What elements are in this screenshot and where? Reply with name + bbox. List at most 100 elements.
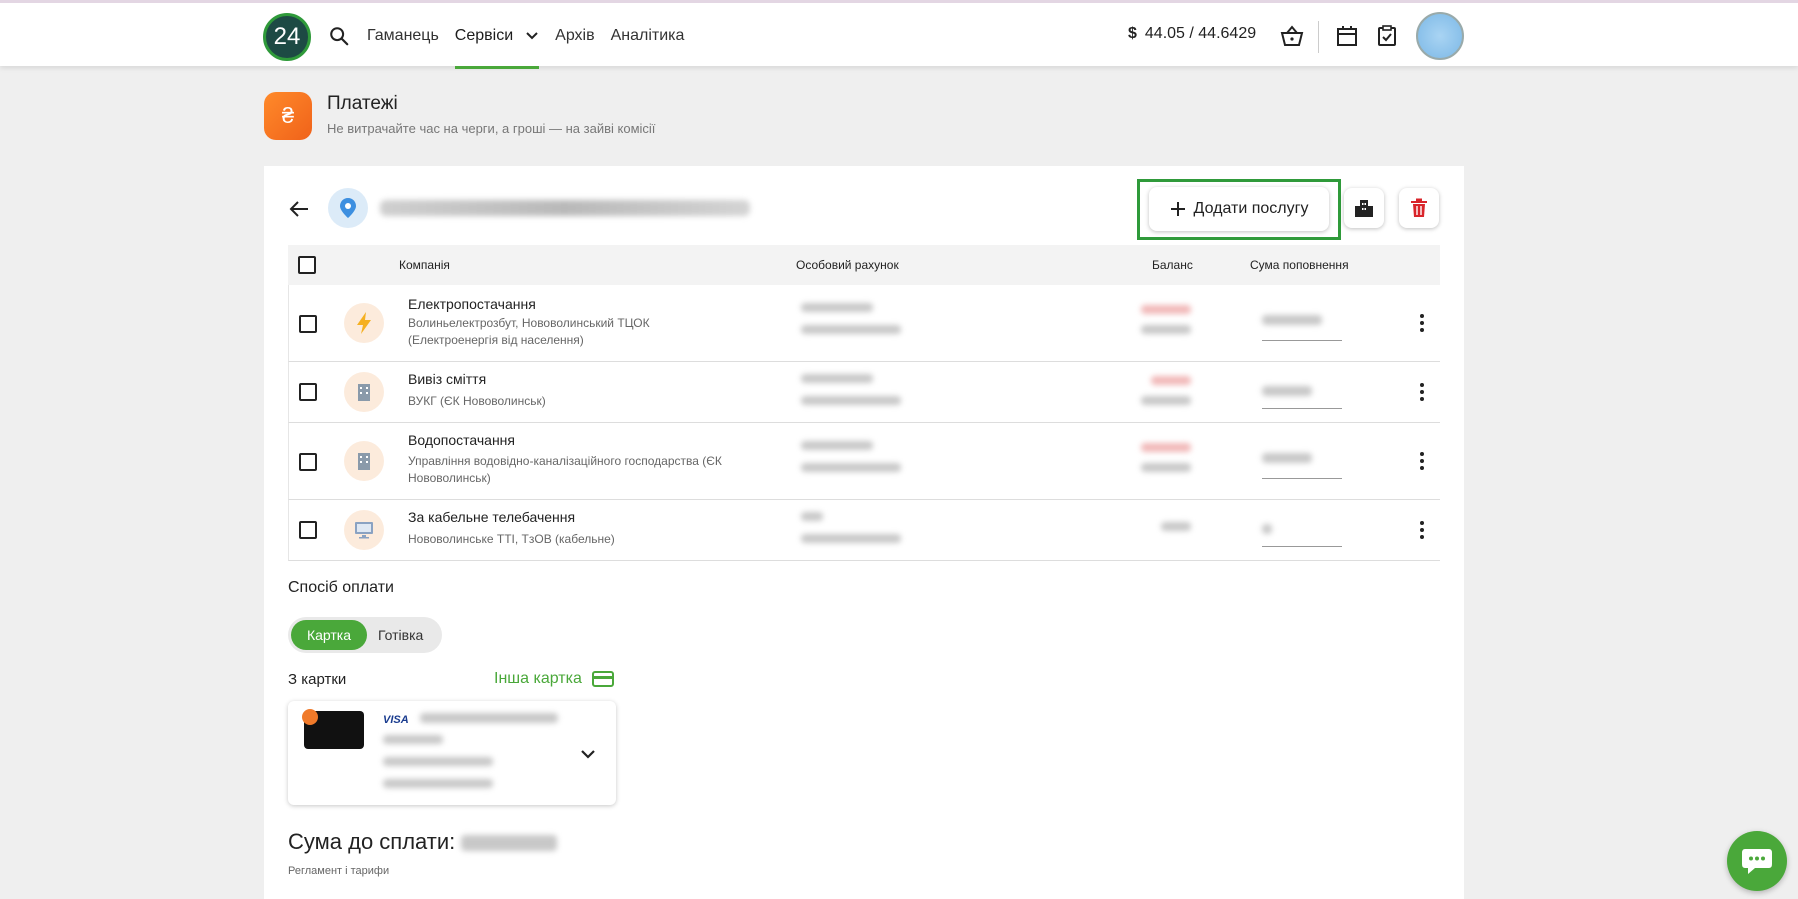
table-row[interactable]: Електропостачання Волиньелектрозбут, Нов… xyxy=(288,285,1440,362)
nav-archive[interactable]: Архів xyxy=(555,3,594,69)
credit-card-icon xyxy=(591,671,614,687)
header-company: Компанія xyxy=(399,258,450,272)
more-icon[interactable] xyxy=(1419,313,1425,333)
company-desc: Нововолинське ТТІ, ТзОВ (кабельне) xyxy=(408,532,615,546)
payment-method-toggle: Картка Готівка xyxy=(288,617,442,653)
building-icon xyxy=(1355,200,1373,217)
account-blurred xyxy=(801,374,873,383)
balance-blurred xyxy=(1141,443,1191,452)
rate-value: 44.05 / 44.6429 xyxy=(1144,25,1257,42)
company-name: За кабельне телебачення xyxy=(408,509,576,525)
chat-button[interactable] xyxy=(1727,831,1787,891)
amount-field-line xyxy=(1262,408,1342,409)
option-cash[interactable]: Готівка xyxy=(378,620,423,650)
header-amount: Сума поповнення xyxy=(1250,258,1349,272)
more-icon[interactable] xyxy=(1419,382,1425,402)
row-checkbox[interactable] xyxy=(299,453,317,471)
basket-icon[interactable] xyxy=(1280,25,1304,47)
chevron-down-icon xyxy=(526,32,538,40)
building-icon xyxy=(344,441,384,481)
more-icon[interactable] xyxy=(1419,451,1425,471)
account-sub-blurred xyxy=(801,534,901,543)
card-selector[interactable]: VISA xyxy=(288,701,616,805)
divider xyxy=(1318,21,1319,53)
balance-blurred xyxy=(1141,305,1191,314)
select-all-checkbox[interactable] xyxy=(298,256,316,274)
nav-analytics[interactable]: Аналітика xyxy=(611,3,685,69)
amount-blurred[interactable] xyxy=(1262,453,1312,463)
table-row[interactable]: Водопостачання Управління водовідно-кана… xyxy=(288,423,1440,500)
company-desc: ВУКГ (ЄК Нововолинськ) xyxy=(408,394,546,408)
account-blurred xyxy=(801,441,873,450)
card-balance-blurred xyxy=(383,779,493,788)
dollar-icon: $ xyxy=(1128,25,1137,42)
table-header: Компанія Особовий рахунок Баланс Сума по… xyxy=(288,245,1440,285)
organization-button[interactable] xyxy=(1344,188,1384,228)
lightning-icon xyxy=(344,303,384,343)
nav-wallet[interactable]: Гаманець xyxy=(367,3,439,69)
calendar-icon[interactable] xyxy=(1336,25,1358,47)
balance-sub-blurred xyxy=(1141,325,1191,334)
top-bar: 24 Гаманець Сервіси Архів Аналітика $ 44… xyxy=(0,0,1798,69)
plus-icon xyxy=(1170,202,1185,216)
location-pin-icon xyxy=(328,188,368,228)
option-card[interactable]: Картка xyxy=(291,620,367,650)
chat-icon xyxy=(1742,849,1772,874)
amount-blurred[interactable] xyxy=(1262,315,1322,325)
account-sub-blurred xyxy=(801,463,901,472)
amount-blurred[interactable] xyxy=(1262,524,1272,534)
balance-blurred xyxy=(1161,522,1191,531)
balance-sub-blurred xyxy=(1141,396,1191,405)
amount-field-line xyxy=(1262,546,1342,547)
payment-method-label: Спосіб оплати xyxy=(288,579,394,596)
table-row[interactable]: Вивіз сміття ВУКГ (ЄК Нововолинськ) xyxy=(288,362,1440,423)
company-name: Електропостачання xyxy=(408,296,536,312)
company-name: Вивіз сміття xyxy=(408,371,487,387)
trash-icon xyxy=(1411,198,1427,217)
chevron-down-icon[interactable] xyxy=(580,746,596,762)
address-blurred xyxy=(380,200,750,216)
card-detail-blurred xyxy=(383,757,493,766)
company-desc: Волиньелектрозбут, Нововолинський ТЦОК (… xyxy=(408,316,650,347)
total-amount: Сума до сплати: xyxy=(288,829,558,855)
total-value-blurred xyxy=(461,835,558,852)
page-subtitle: Не витрачайте час на черги, а гроші — на… xyxy=(327,121,656,136)
header-account: Особовий рахунок xyxy=(796,258,899,272)
payments-icon: ₴ xyxy=(264,92,312,140)
balance-sub-blurred xyxy=(1141,463,1191,472)
account-blurred xyxy=(801,303,873,312)
other-card-link[interactable]: Інша картка xyxy=(494,670,614,688)
visa-logo: VISA xyxy=(383,714,409,726)
more-icon[interactable] xyxy=(1419,520,1425,540)
card-name-blurred xyxy=(420,713,558,723)
account-sub-blurred xyxy=(801,396,901,405)
row-checkbox[interactable] xyxy=(299,315,317,333)
main-nav: Гаманець Сервіси Архів Аналітика xyxy=(367,3,684,69)
amount-field-line xyxy=(1262,478,1342,479)
row-checkbox[interactable] xyxy=(299,383,317,401)
page-title: Платежі xyxy=(327,93,398,114)
row-checkbox[interactable] xyxy=(299,521,317,539)
header-balance: Баланс xyxy=(1152,258,1193,272)
search-icon[interactable] xyxy=(328,25,350,47)
company-name: Водопостачання xyxy=(408,432,515,448)
delete-button[interactable] xyxy=(1399,188,1439,228)
table-row[interactable]: За кабельне телебачення Нововолинське ТТ… xyxy=(288,500,1440,561)
star-badge-icon xyxy=(302,709,318,725)
monitor-icon xyxy=(344,510,384,550)
card-number-blurred xyxy=(383,735,443,744)
nav-services[interactable]: Сервіси xyxy=(454,3,540,69)
arrow-back-icon[interactable] xyxy=(288,198,310,220)
amount-blurred[interactable] xyxy=(1262,386,1312,396)
from-card-label: З картки xyxy=(288,671,347,688)
building-icon xyxy=(344,372,384,412)
task-check-icon[interactable] xyxy=(1376,25,1398,47)
account-sub-blurred xyxy=(801,325,901,334)
exchange-rate[interactable]: $ 44.05 / 44.6429 xyxy=(1128,25,1256,43)
reglament-link[interactable]: Регламент і тарифи xyxy=(288,865,389,877)
company-desc: Управління водовідно-каналізаційного гос… xyxy=(408,454,722,485)
add-service-button[interactable]: Додати послугу xyxy=(1149,187,1329,231)
avatar[interactable] xyxy=(1416,12,1464,60)
card-image xyxy=(302,709,364,749)
privat24-logo[interactable]: 24 xyxy=(263,13,311,61)
